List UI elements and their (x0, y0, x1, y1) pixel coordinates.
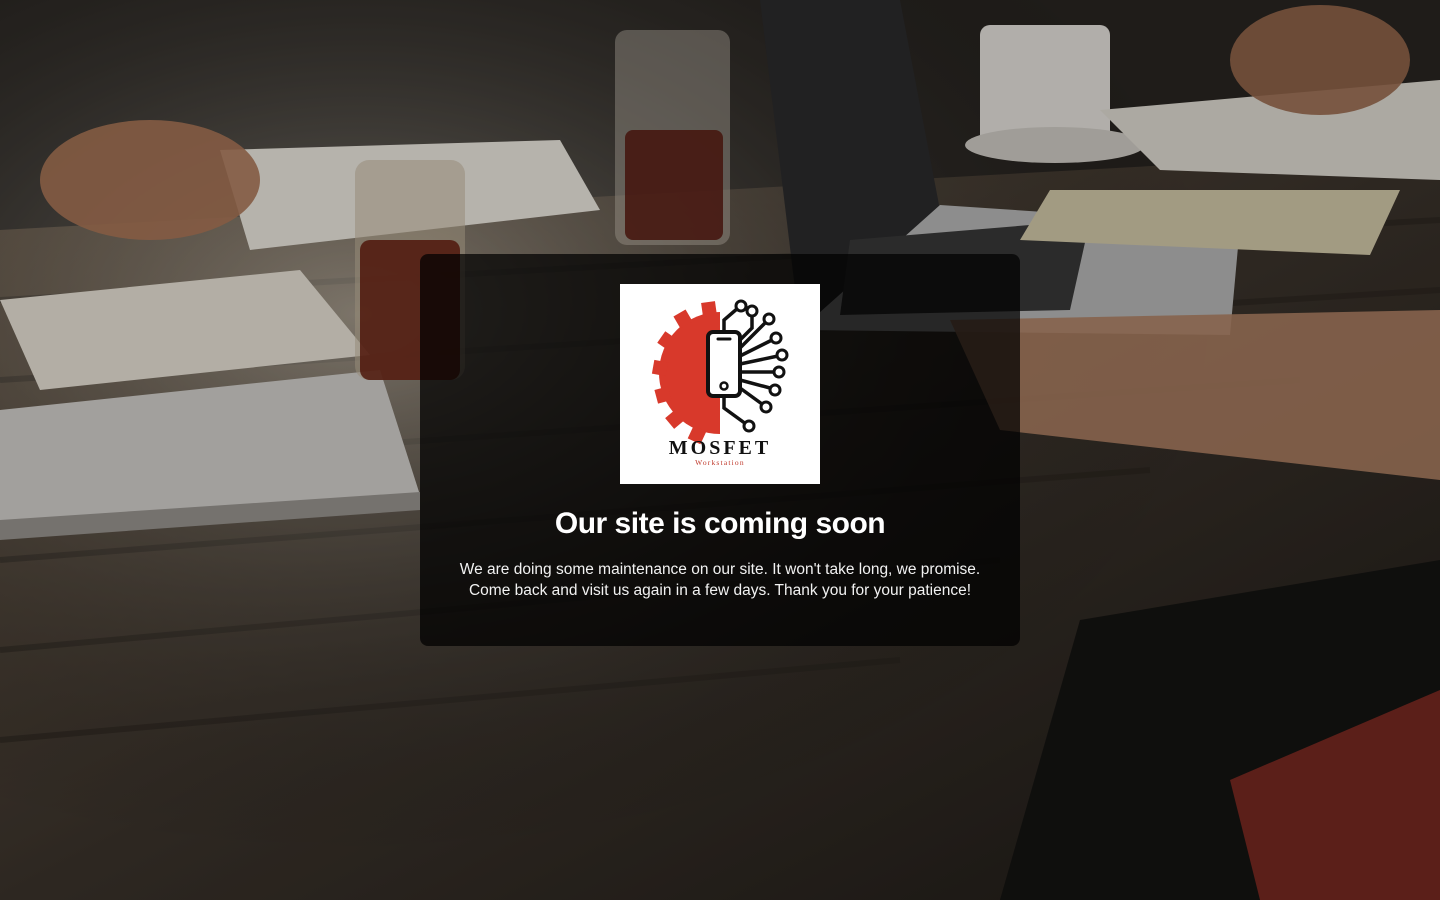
maintenance-message: We are doing some maintenance on our sit… (440, 559, 1000, 601)
message-line-1: We are doing some maintenance on our sit… (459, 561, 981, 578)
coming-soon-card: MOSFET Workstation Our site is coming so… (420, 254, 1020, 646)
logo-wordmark: MOSFET (669, 437, 771, 459)
logo: MOSFET Workstation (620, 284, 820, 484)
message-line-2: Come back and visit us again in a few da… (468, 582, 972, 599)
gear-circuit-phone-icon: MOSFET Workstation (651, 299, 789, 467)
logo-tagline: Workstation (695, 458, 745, 467)
page-title: Our site is coming soon (554, 507, 886, 540)
